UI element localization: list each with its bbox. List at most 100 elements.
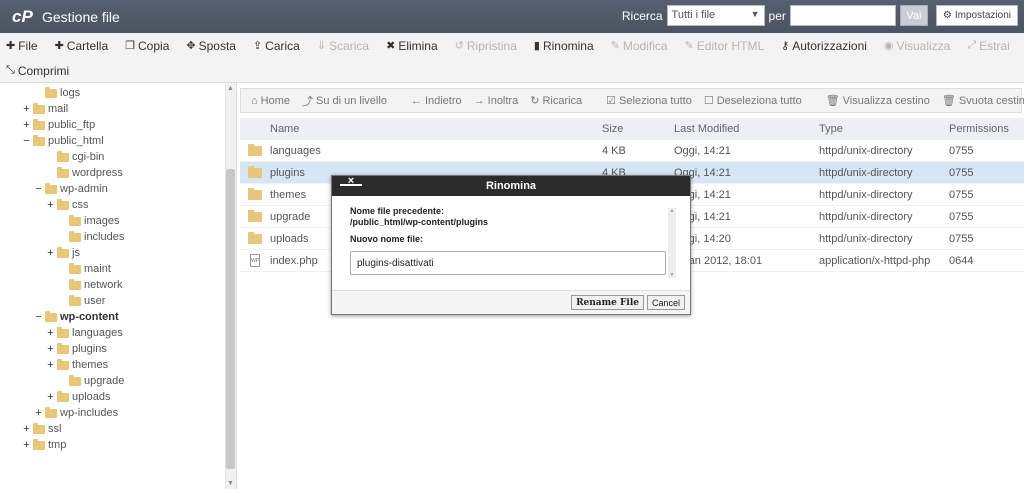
tree-item-images[interactable]: images bbox=[58, 213, 119, 229]
scroll-down-icon[interactable]: ▼ bbox=[226, 479, 235, 488]
tree-item-tmp[interactable]: + tmp bbox=[22, 437, 66, 453]
deseleziona-tutto-button[interactable]: ☐ Deseleziona tutto bbox=[704, 94, 802, 108]
main-toolbar: ✚ File ✚ Cartella ❐ Copia ✥ Sposta ⇪ Carica ⇓ Scari… bbox=[0, 33, 1024, 83]
expand-icon[interactable]: + bbox=[46, 391, 55, 403]
cartella-button[interactable]: ✚ Cartella bbox=[55, 39, 109, 53]
folder-icon bbox=[57, 246, 69, 258]
tree-item-wp-content[interactable]: − wp-content bbox=[34, 309, 119, 325]
toolbar-label: Comprimi bbox=[17, 63, 70, 78]
cancel-button[interactable]: Cancel bbox=[646, 295, 685, 310]
expand-icon[interactable]: + bbox=[22, 103, 31, 115]
tree-item-wp-includes[interactable]: + wp-includes bbox=[34, 405, 118, 421]
file-navigation-bar: ⌂ Home ⤴ Su di un livello ← Indietro → Inoltra ↻… bbox=[240, 88, 1024, 113]
seleziona-tutto-button[interactable]: ☑ Seleziona tutto bbox=[606, 94, 692, 108]
dialog-titlebar[interactable]: × Rinomina bbox=[332, 176, 690, 196]
tree-item-mail[interactable]: + mail bbox=[22, 101, 68, 117]
settings-button[interactable]: ⚙ Impostazioni bbox=[935, 5, 1018, 26]
table-row[interactable]: languages 4 KB Oggi, 14:21 httpd/unix-direc… bbox=[240, 140, 1024, 162]
rename-file-button[interactable]: Rename File bbox=[571, 295, 644, 310]
tree-item-maint[interactable]: maint bbox=[58, 261, 111, 277]
search-scope-select[interactable]: Tutti i file ▼ bbox=[666, 5, 765, 26]
tree-item-ssl[interactable]: + ssl bbox=[22, 421, 61, 437]
editor-html-button[interactable]: ✎ Editor HTML bbox=[685, 39, 765, 53]
close-icon[interactable]: × bbox=[340, 176, 362, 187]
indietro-button[interactable]: ← Indietro bbox=[411, 95, 462, 107]
tree-item-css[interactable]: + css bbox=[46, 197, 89, 213]
comprimi-button[interactable]: ⤡ Comprimi bbox=[6, 64, 69, 78]
tree-item-upgrade[interactable]: upgrade bbox=[58, 373, 124, 389]
sposta-button[interactable]: ✥ Sposta bbox=[186, 39, 236, 53]
expand-icon[interactable]: + bbox=[34, 407, 43, 419]
tree-item-includes[interactable]: includes bbox=[58, 229, 124, 245]
tree-item-network[interactable]: network bbox=[58, 277, 123, 293]
copia-button[interactable]: ❐ Copia bbox=[125, 39, 169, 53]
folder-icon bbox=[33, 102, 45, 114]
svuota-cestino-button[interactable]: 🗑 Svuota cestino bbox=[942, 94, 1024, 108]
tree-item-cgi-bin[interactable]: cgi-bin bbox=[46, 149, 104, 165]
collapse-icon[interactable]: − bbox=[22, 135, 31, 147]
carica-button[interactable]: ⇪ Carica bbox=[253, 39, 300, 53]
rinomina-button[interactable]: ▮ Rinomina bbox=[534, 39, 594, 53]
tree-item-themes[interactable]: + themes bbox=[46, 357, 108, 373]
tree-item-label: uploads bbox=[72, 391, 111, 403]
ripristina-button[interactable]: ↺ Ripristina bbox=[455, 39, 517, 53]
tree-item-public-ftp[interactable]: + public_ftp bbox=[22, 117, 95, 133]
tree-item-uploads[interactable]: + uploads bbox=[46, 389, 111, 405]
column-size[interactable]: Size bbox=[602, 123, 674, 135]
tree-item-label: public_html bbox=[48, 135, 104, 147]
tree-item-wordpress[interactable]: wordpress bbox=[46, 165, 123, 181]
level-up-icon: ⤴ bbox=[302, 95, 313, 108]
ricarica-button[interactable]: ↻ Ricarica bbox=[530, 94, 583, 108]
expand-icon[interactable]: + bbox=[22, 439, 31, 451]
nav-label: Ricarica bbox=[542, 94, 583, 107]
expand-icon[interactable]: + bbox=[46, 343, 55, 355]
modifica-button[interactable]: ✎ Modifica bbox=[611, 39, 668, 53]
column-name[interactable]: Name bbox=[270, 123, 602, 135]
reload-icon: ↻ bbox=[530, 95, 540, 107]
file-type: application/x-httpd-php bbox=[819, 254, 931, 267]
elimina-button[interactable]: ✖ Elimina bbox=[386, 39, 438, 53]
expand-icon[interactable]: + bbox=[22, 423, 31, 435]
tree-item-label: public_ftp bbox=[48, 119, 96, 131]
row-icon-cell bbox=[240, 231, 270, 244]
scroll-up-icon[interactable]: ▲ bbox=[226, 84, 235, 93]
file-button[interactable]: ✚ File bbox=[6, 39, 38, 53]
dialog-scrollbar[interactable] bbox=[668, 208, 676, 278]
tree-item-plugins[interactable]: + plugins bbox=[46, 341, 107, 357]
home-button[interactable]: ⌂ Home bbox=[251, 95, 290, 107]
column-permissions[interactable]: Permissions bbox=[949, 123, 1019, 135]
file-modified: Oggi, 14:21 bbox=[674, 166, 731, 179]
su-di-un-livello-button[interactable]: ⤴ Su di un livello bbox=[302, 93, 387, 109]
search-input[interactable] bbox=[789, 5, 896, 26]
app-title: Gestione file bbox=[42, 8, 120, 25]
file-type: httpd/unix-directory bbox=[819, 210, 913, 223]
autorizzazioni-button[interactable]: ⚷ Autorizzazioni bbox=[781, 39, 867, 53]
column-modified[interactable]: Last Modified bbox=[674, 123, 819, 135]
toolbar-label: Estrai bbox=[979, 38, 1010, 53]
tree-item-logs[interactable]: logs bbox=[34, 85, 80, 101]
tree-item-wp-admin[interactable]: − wp-admin bbox=[34, 181, 108, 197]
expand-icon[interactable]: + bbox=[22, 119, 31, 131]
scrollbar-thumb[interactable] bbox=[226, 169, 235, 469]
expand-icon[interactable]: + bbox=[46, 327, 55, 339]
cpanel-logo[interactable]: cP bbox=[12, 7, 36, 27]
sidebar-scrollbar[interactable]: ▲ ▼ bbox=[225, 83, 236, 489]
tree-item-languages[interactable]: + languages bbox=[46, 325, 123, 341]
estrai-button[interactable]: ⤢ Estrai bbox=[967, 39, 1010, 53]
new-name-input[interactable]: plugins-disattivati bbox=[350, 251, 666, 275]
visualizza-button[interactable]: ◉ Visualizza bbox=[884, 39, 950, 53]
tree-item-public-html[interactable]: − public_html bbox=[22, 133, 104, 149]
column-type[interactable]: Type bbox=[819, 123, 949, 135]
expand-icon[interactable]: + bbox=[46, 247, 55, 259]
expand-icon[interactable]: + bbox=[46, 359, 55, 371]
inoltra-button[interactable]: → Inoltra bbox=[474, 95, 519, 107]
go-button[interactable]: Vai bbox=[899, 5, 928, 26]
scarica-button[interactable]: ⇓ Scarica bbox=[317, 39, 369, 53]
expand-icon[interactable]: + bbox=[46, 199, 55, 211]
collapse-icon[interactable]: − bbox=[34, 183, 43, 195]
tree-item-js[interactable]: + js bbox=[46, 245, 80, 261]
visualizza-cestino-button[interactable]: 🗑 Visualizza cestino bbox=[826, 94, 930, 108]
collapse-icon[interactable]: − bbox=[34, 311, 43, 323]
tree-item-user[interactable]: user bbox=[58, 293, 105, 309]
folder-icon bbox=[57, 342, 69, 354]
